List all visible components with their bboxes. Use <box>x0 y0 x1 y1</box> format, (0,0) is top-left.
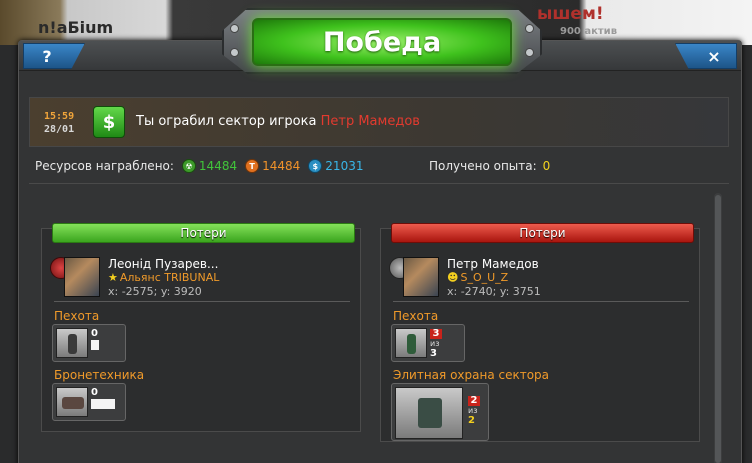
experience-label: Получено опыта: <box>429 159 537 173</box>
event-text: Ты ограбил сектор игрока Петр Мамедов <box>136 114 420 129</box>
of-label: из <box>468 406 478 415</box>
close-button[interactable]: × <box>675 43 737 69</box>
event-timestamp: 15:59 28/01 <box>44 110 74 136</box>
background-ad-text: ышем! <box>537 4 604 24</box>
titanium-icon: T <box>245 159 260 173</box>
divider <box>393 301 689 302</box>
attacker-panel: Потери Леонід Пузарев... ★ Альянс TRIBUNA… <box>41 223 361 432</box>
event-message: Ты ограбил сектор игрока <box>136 114 317 129</box>
attacker-alliance[interactable]: ★ Альянс TRIBUNAL <box>108 271 219 284</box>
unit-card[interactable]: 2 из 2 <box>391 383 489 441</box>
attacker-section-title: Бронетехника <box>54 368 145 382</box>
defender-losses-header: Потери <box>391 223 694 243</box>
radiation-icon: ☢ <box>181 159 196 173</box>
unit-total: 3 <box>430 348 437 359</box>
attacker-section-title: Пехота <box>54 309 100 323</box>
unit-card[interactable]: 0 <box>52 324 126 362</box>
unit-lost: 0 <box>91 387 98 398</box>
unit-lost: 2 <box>468 396 480 406</box>
scrollbar[interactable] <box>714 193 722 463</box>
resource-value-titanium: 14484 <box>262 159 301 173</box>
defender-alliance[interactable]: ☻ S_O_U_Z <box>447 271 508 284</box>
experience-row: Получено опыта: 0 <box>429 159 550 173</box>
unit-lost: 3 <box>430 329 442 339</box>
victory-banner: Победа <box>222 8 542 74</box>
event-row: 15:59 28/01 $ Ты ограбил сектор игрока П… <box>29 97 729 147</box>
attacker-losses-header: Потери <box>52 223 355 243</box>
unit-lost: 0 <box>91 328 98 339</box>
infantry-icon <box>395 328 427 358</box>
attacker-avatar[interactable] <box>64 257 100 297</box>
game-screen: n!aБium ышем! 900 актив ? × 15:59 28/01 … <box>0 0 752 463</box>
turret-icon <box>395 387 463 439</box>
resource-value-radiation: 14484 <box>198 159 238 173</box>
event-player-link[interactable]: Петр Мамедов <box>321 114 420 129</box>
bolt-icon <box>525 48 534 57</box>
attacker-name[interactable]: Леонід Пузарев... <box>108 257 218 271</box>
event-date: 28/01 <box>44 124 75 135</box>
battle-report-window: ? × 15:59 28/01 $ Ты ограбил сектор игро… <box>18 40 742 463</box>
unit-count: 0 <box>91 329 99 353</box>
unit-total: 2 <box>468 415 475 426</box>
unit-card[interactable]: 0 <box>52 383 126 421</box>
defender-avatar[interactable] <box>403 257 439 297</box>
defender-alliance-name: S_O_U_Z <box>460 271 509 284</box>
divider <box>29 183 729 184</box>
defender-section-title: Элитная охрана сектора <box>393 368 550 382</box>
attacker-badge <box>50 257 100 299</box>
close-icon: × <box>707 46 721 66</box>
defender-panel: Потери Петр Мамедов ☻ S_O_U_Z x: -2740; y… <box>380 223 700 442</box>
resources-label: Ресурсов награблено: <box>35 159 174 173</box>
event-time: 15:59 <box>44 111 75 122</box>
vehicle-icon <box>56 387 88 417</box>
help-button[interactable]: ? <box>23 43 85 69</box>
attacker-alliance-name: Альянс TRIBUNAL <box>119 271 220 284</box>
unit-card[interactable]: 3 из 3 <box>391 324 465 362</box>
background-ad-subtext: 900 актив <box>560 26 618 37</box>
star-icon: ★ <box>108 271 118 284</box>
resource-value-money: 21031 <box>325 159 364 173</box>
defender-badge <box>389 257 439 299</box>
defender-name[interactable]: Петр Мамедов <box>447 257 539 271</box>
bolt-icon <box>230 48 239 57</box>
background-logo: n!aБium <box>38 18 114 37</box>
unit-count: 3 из 3 <box>430 329 442 359</box>
window-title: Победа <box>322 26 442 58</box>
skull-icon: ☻ <box>447 271 459 284</box>
hidden-total <box>91 399 115 409</box>
attacker-coords: x: -2575; y: 3920 <box>108 285 202 298</box>
bolt-icon <box>525 24 534 33</box>
defender-coords: x: -2740; y: 3751 <box>447 285 541 298</box>
hidden-total <box>91 340 99 350</box>
help-icon: ? <box>42 46 52 66</box>
dollar-icon: $ <box>93 106 125 138</box>
divider <box>54 301 350 302</box>
money-icon: $ <box>308 159 323 173</box>
infantry-icon <box>56 328 88 358</box>
unit-count: 0 <box>91 388 115 412</box>
defender-section-title: Пехота <box>393 309 439 323</box>
resources-row: Ресурсов награблено: ☢ 14484 T 14484 $ 2… <box>35 159 363 173</box>
scrollbar-thumb[interactable] <box>715 195 721 463</box>
unit-count: 2 из 2 <box>468 396 480 426</box>
of-label: из <box>430 339 440 348</box>
experience-value: 0 <box>542 159 551 173</box>
bolt-icon <box>230 24 239 33</box>
